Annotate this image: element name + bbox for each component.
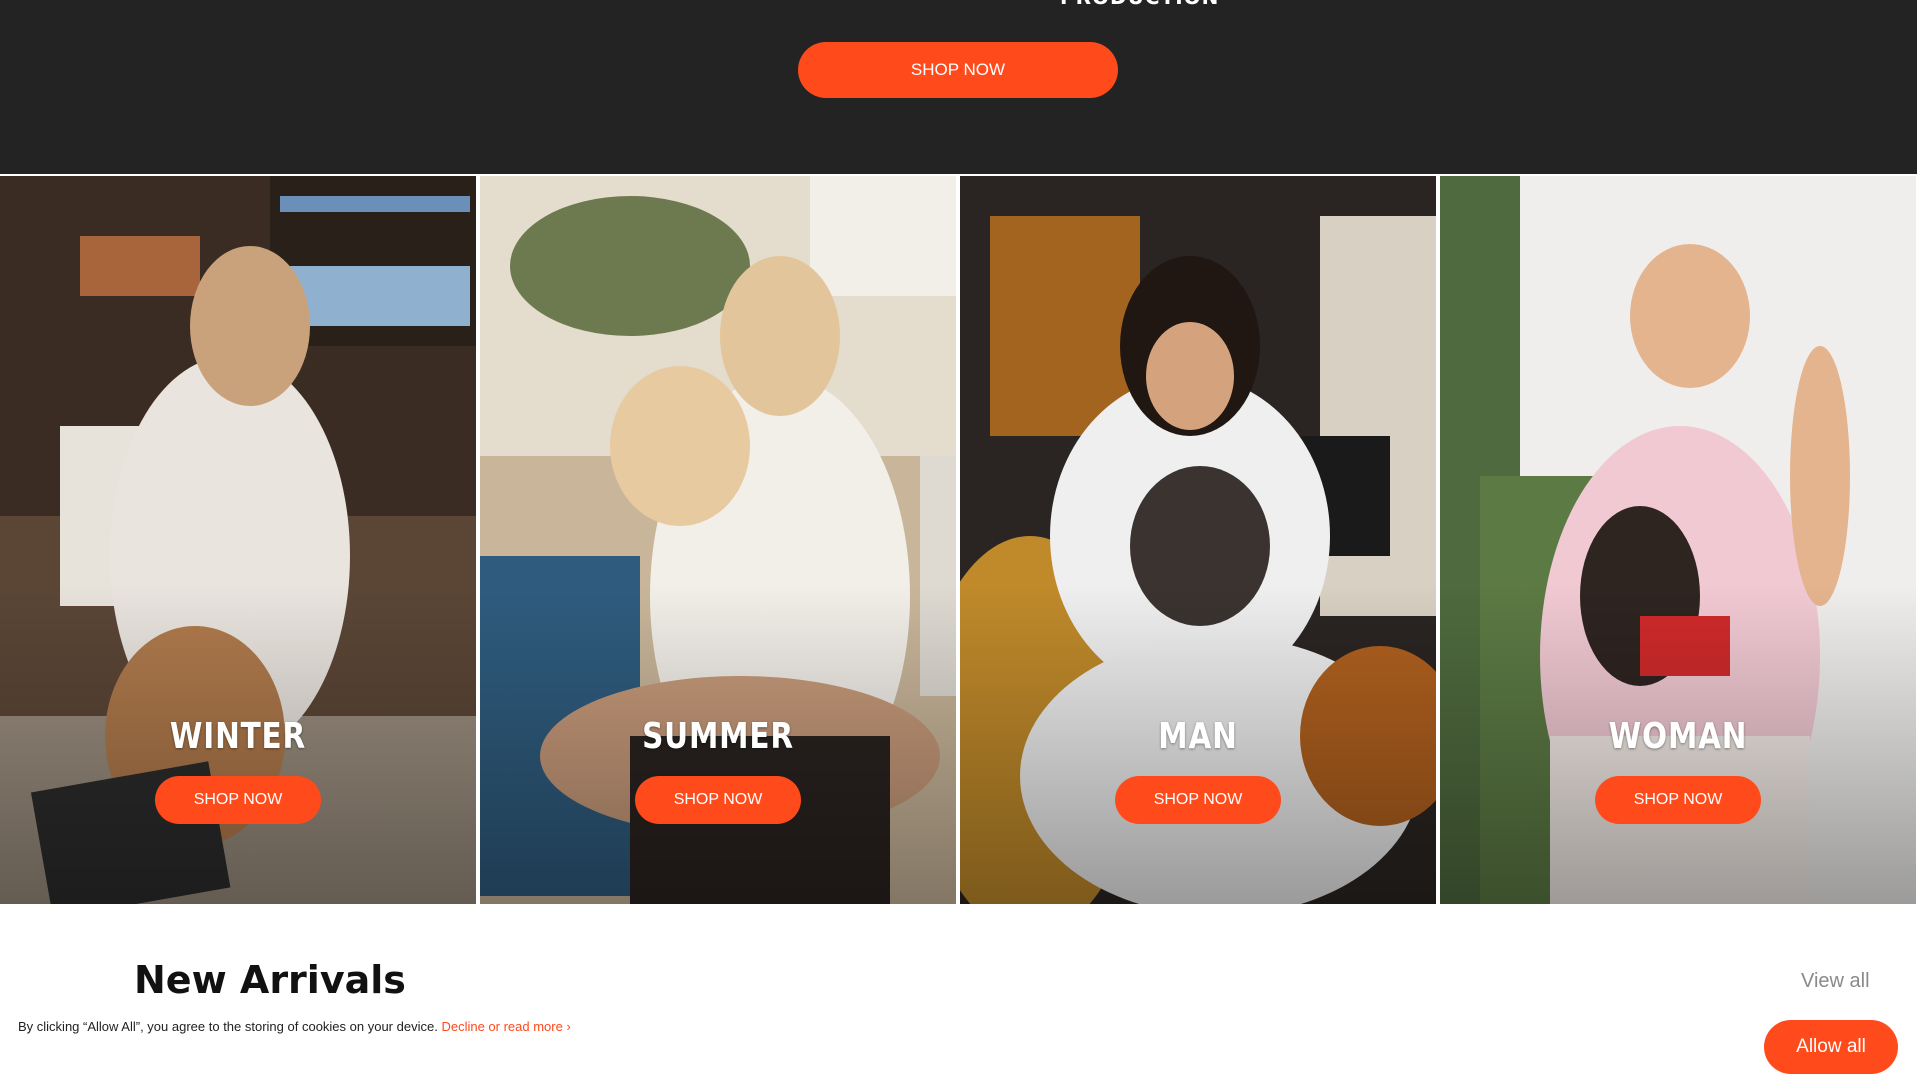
view-all-link[interactable]: View all (1801, 970, 1870, 993)
category-label: WOMAN (1608, 716, 1748, 757)
category-label: SUMMER (642, 716, 794, 757)
hero-shop-now-button[interactable]: SHOP NOW (798, 42, 1118, 98)
summer-shop-now-button[interactable]: SHOP NOW (635, 776, 801, 824)
category-tile-winter[interactable]: WINTER SHOP NOW (0, 176, 476, 904)
allow-all-button[interactable]: Allow all (1764, 1020, 1898, 1074)
category-label: WINTER (169, 716, 307, 757)
category-tile-summer[interactable]: SUMMER SHOP NOW (480, 176, 956, 904)
winter-shop-now-button[interactable]: SHOP NOW (155, 776, 321, 824)
cookie-text: By clicking “Allow All”, you agree to th… (18, 1019, 438, 1034)
woman-shop-now-button[interactable]: SHOP NOW (1595, 776, 1761, 824)
cookie-notice: By clicking “Allow All”, you agree to th… (18, 1019, 571, 1034)
hero-banner: PRODUCTION SHOP NOW (0, 0, 1917, 174)
new-arrivals-title: New Arrivals (134, 958, 406, 1002)
category-tile-man[interactable]: MAN SHOP NOW (960, 176, 1436, 904)
decline-or-read-more-link[interactable]: Decline or read more › (441, 1019, 570, 1034)
category-tile-woman[interactable]: WOMAN SHOP NOW (1440, 176, 1916, 904)
category-label: MAN (1158, 716, 1238, 757)
category-grid: WINTER SHOP NOW SUMMER SHOP NOW MAN SHOP… (0, 174, 1917, 906)
man-shop-now-button[interactable]: SHOP NOW (1115, 776, 1281, 824)
hero-heading: PRODUCTION (1060, 0, 1219, 8)
